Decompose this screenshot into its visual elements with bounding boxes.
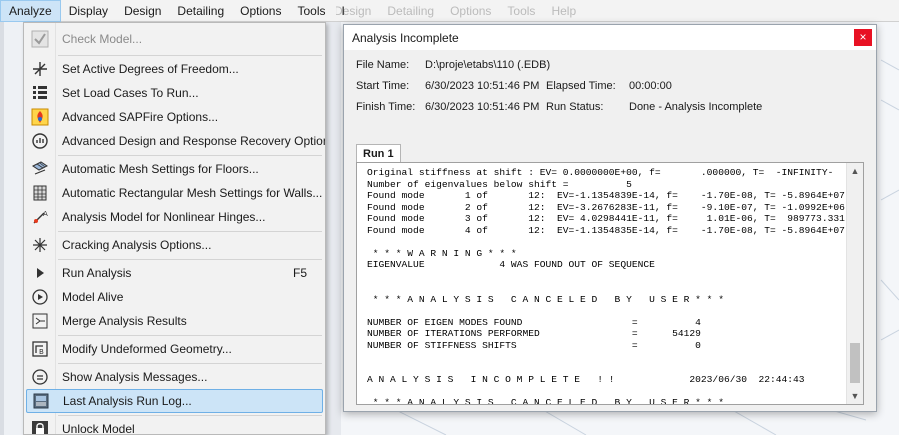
run-status-value: Done - Analysis Incomplete (629, 101, 763, 113)
separator (58, 259, 322, 260)
separator (58, 231, 322, 232)
main-menubar: Analyze Display Design Detailing Options… (0, 0, 345, 22)
scroll-up-icon[interactable]: ▲ (847, 163, 863, 179)
menu-item-load-cases[interactable]: Set Load Cases To Run... (26, 81, 323, 105)
menu-item-cracking[interactable]: Cracking Analysis Options... (26, 233, 323, 257)
menu-item-label: Show Analysis Messages... (62, 370, 208, 384)
separator (58, 335, 322, 336)
mesh-wall-icon (26, 181, 54, 205)
analyze-dropdown: Check Model... Set Active Degrees of Fre… (23, 22, 326, 435)
menu-item-label: Model Alive (62, 290, 124, 304)
left-edge (0, 22, 4, 435)
menu-item-label: Set Load Cases To Run... (62, 86, 199, 100)
menu-item-model-alive[interactable]: Model Alive (26, 285, 323, 309)
svg-text:B: B (39, 348, 44, 356)
menu-item-undeformed-geometry[interactable]: B Modify Undeformed Geometry... (26, 337, 323, 361)
menu-item-mesh-walls[interactable]: Automatic Rectangular Mesh Settings for … (26, 181, 323, 205)
run-icon (26, 261, 54, 285)
scroll-thumb[interactable] (850, 343, 860, 383)
dof-icon (26, 57, 54, 81)
app-root: Design Detailing Options Tools Help Anal… (0, 0, 899, 435)
finish-time-value: 6/30/2023 10:51:46 PM (425, 101, 540, 113)
dialog-title: Analysis Incomplete (352, 30, 459, 45)
start-time-label: Start Time: (356, 80, 410, 92)
menu-item-mesh-floors[interactable]: Automatic Mesh Settings for Floors... (26, 157, 323, 181)
shortcut-label: F5 (292, 266, 307, 280)
menu-item-label: Modify Undeformed Geometry... (62, 342, 232, 356)
menu-item-sapfire[interactable]: Advanced SAPFire Options... (26, 105, 323, 129)
menu-analyze[interactable]: Analyze (0, 0, 61, 22)
messages-icon (26, 365, 54, 389)
run-status-label: Run Status: (546, 101, 604, 113)
menu-item-label: Merge Analysis Results (62, 314, 187, 328)
run-log-text: Original stiffness at shift : EV= 0.0000… (367, 167, 845, 405)
menu-truncated[interactable]: I (334, 0, 345, 22)
menu-item-run-analysis[interactable]: Run Analysis F5 (26, 261, 323, 285)
menu-display[interactable]: Display (61, 0, 116, 22)
merge-icon (26, 309, 54, 333)
menu-item-dof[interactable]: Set Active Degrees of Freedom... (26, 57, 323, 81)
file-name-value: D:\proje\etabs\110 (.EDB) (425, 59, 551, 71)
menu-design[interactable]: Design (116, 0, 169, 22)
menu-item-label: Automatic Mesh Settings for Floors... (62, 162, 259, 176)
menu-tools[interactable]: Tools (289, 0, 333, 22)
lock-icon (26, 417, 54, 434)
separator (58, 363, 322, 364)
recovery-icon (26, 129, 54, 153)
menu-item-label: Check Model... (62, 32, 143, 46)
separator (58, 55, 322, 56)
menu-item-unlock-model[interactable]: Unlock Model (26, 417, 323, 435)
finish-time-label: Finish Time: (356, 101, 416, 113)
check-icon (26, 27, 54, 51)
file-name-label: File Name: (356, 59, 410, 71)
dialog-body: File Name: D:\proje\etabs\110 (.EDB) Sta… (344, 50, 876, 411)
geometry-icon: B (26, 337, 54, 361)
menu-item-label: Unlock Model (62, 422, 135, 435)
elapsed-time-label: Elapsed Time: (546, 80, 616, 92)
menu-item-label: Run Analysis (62, 266, 132, 280)
log-icon (27, 389, 55, 413)
menu-item-analysis-messages[interactable]: Show Analysis Messages... (26, 365, 323, 389)
separator (58, 155, 322, 156)
analysis-incomplete-dialog: Analysis Incomplete × File Name: D:\proj… (343, 24, 877, 412)
menu-item-label: Last Analysis Run Log... (63, 394, 192, 408)
menu-item-label: Advanced Design and Response Recovery Op… (62, 134, 326, 148)
menu-item-label: Set Active Degrees of Freedom... (62, 62, 239, 76)
model-alive-icon (26, 285, 54, 309)
dialog-titlebar[interactable]: Analysis Incomplete × (344, 25, 876, 50)
tab-run-1[interactable]: Run 1 (356, 144, 401, 163)
menu-item-recovery-options[interactable]: Advanced Design and Response Recovery Op… (26, 129, 326, 153)
menu-item-label: Advanced SAPFire Options... (62, 110, 219, 124)
scroll-down-icon[interactable]: ▼ (847, 388, 863, 404)
menu-item-merge-results[interactable]: Merge Analysis Results (26, 309, 323, 333)
separator (58, 415, 322, 416)
elapsed-time-value: 00:00:00 (629, 80, 672, 92)
svg-text:A: A (43, 210, 48, 218)
run-log-box[interactable]: Original stiffness at shift : EV= 0.0000… (356, 162, 864, 405)
sapfire-icon (26, 105, 54, 129)
menu-item-label: Cracking Analysis Options... (62, 238, 212, 252)
load-cases-icon (26, 81, 54, 105)
menu-item-last-run-log[interactable]: Last Analysis Run Log... (26, 389, 323, 413)
hinge-icon: A (26, 205, 54, 229)
menu-item-nonlinear-hinges[interactable]: A Analysis Model for Nonlinear Hinges... (26, 205, 323, 229)
menu-item-check-model[interactable]: Check Model... (26, 27, 323, 51)
menu-item-label: Analysis Model for Nonlinear Hinges... (62, 210, 266, 224)
mesh-floor-icon (26, 157, 54, 181)
close-button[interactable]: × (854, 29, 872, 46)
menu-options[interactable]: Options (232, 0, 289, 22)
start-time-value: 6/30/2023 10:51:46 PM (425, 80, 540, 92)
menu-detailing[interactable]: Detailing (169, 0, 232, 22)
menu-item-label: Automatic Rectangular Mesh Settings for … (62, 186, 323, 200)
log-scrollbar[interactable]: ▲ ▼ (846, 163, 863, 404)
crack-icon (26, 233, 54, 257)
